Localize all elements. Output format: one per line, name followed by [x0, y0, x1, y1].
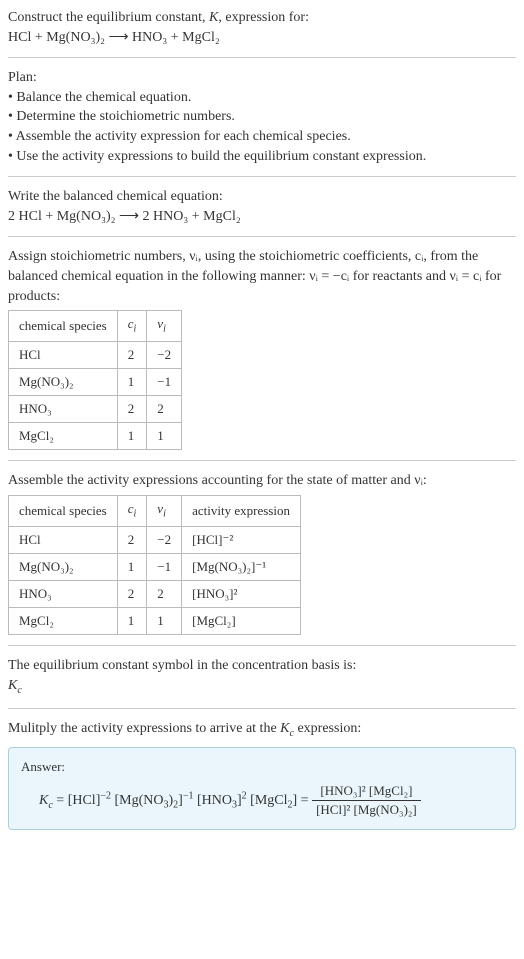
- table-row: HNO₃ 2 2: [9, 396, 182, 423]
- prompt-header: Construct the equilibrium constant, K, e…: [8, 8, 516, 47]
- answer-fraction: [HNO₃]² [MgCl₂] [HCl]² [Mg(NO₃)₂]: [312, 782, 421, 819]
- cell-activity: [MgCl₂]: [182, 608, 301, 635]
- plan-item: • Balance the chemical equation.: [8, 88, 516, 108]
- assign-text: Assign stoichiometric numbers, νᵢ, using…: [8, 247, 516, 306]
- divider: [8, 645, 516, 646]
- answer-box: Answer: Kc = [HCl]−2 [Mg(NO3)2]−1 [HNO3]…: [8, 747, 516, 831]
- balanced-equation: 2 HCl + Mg(NO₃)₂ ⟶ 2 HNO₃ + MgCl₂: [8, 207, 516, 227]
- cell-species: HCl: [9, 341, 118, 368]
- col-ci: ci: [117, 311, 147, 342]
- table-row: HNO₃ 2 2 [HNO₃]²: [9, 581, 301, 608]
- prompt-line1: Construct the equilibrium constant, K, e…: [8, 8, 516, 28]
- cell-species: Mg(NO₃)₂: [9, 368, 118, 395]
- cell-species: HNO₃: [9, 581, 118, 608]
- table-row: MgCl₂ 1 1 [MgCl₂]: [9, 608, 301, 635]
- cell-nui: −2: [147, 526, 182, 553]
- cell-nui: −2: [147, 341, 182, 368]
- cell-ci: 2: [117, 526, 147, 553]
- answer-expression: Kc = [HCl]−2 [Mg(NO3)2]−1 [HNO3]2 [MgCl2…: [39, 782, 503, 819]
- multiply-title: Mulitply the activity expressions to arr…: [8, 721, 361, 736]
- col-species: chemical species: [9, 311, 118, 342]
- plan-title: Plan:: [8, 68, 516, 88]
- cell-nui: 1: [147, 423, 182, 450]
- divider: [8, 460, 516, 461]
- symbol-section: The equilibrium constant symbol in the c…: [8, 656, 516, 697]
- table-row: HCl 2 −2 [HCl]⁻²: [9, 526, 301, 553]
- multiply-section: Mulitply the activity expressions to arr…: [8, 719, 516, 741]
- answer-label: Answer:: [21, 758, 503, 776]
- fraction-denominator: [HCl]² [Mg(NO₃)₂]: [312, 801, 421, 819]
- plan-section: Plan: • Balance the chemical equation. •…: [8, 68, 516, 166]
- col-nui: νi: [147, 311, 182, 342]
- cell-ci: 2: [117, 581, 147, 608]
- table-row: MgCl₂ 1 1: [9, 423, 182, 450]
- table-row: HCl 2 −2: [9, 341, 182, 368]
- cell-species: MgCl₂: [9, 423, 118, 450]
- col-ci: ci: [117, 496, 147, 527]
- cell-ci: 1: [117, 423, 147, 450]
- table-row: Mg(NO₃)₂ 1 −1 [Mg(NO₃)₂]⁻¹: [9, 553, 301, 580]
- fraction-numerator: [HNO₃]² [MgCl₂]: [312, 782, 421, 801]
- col-nui: νi: [147, 496, 182, 527]
- symbol-kc: Kc: [8, 676, 516, 698]
- activity-table: chemical species ci νi activity expressi…: [8, 495, 301, 635]
- cell-species: HNO₃: [9, 396, 118, 423]
- activity-title: Assemble the activity expressions accoun…: [8, 471, 516, 491]
- stoich-table: chemical species ci νi HCl 2 −2 Mg(NO₃)₂…: [8, 310, 182, 450]
- unbalanced-equation: HCl + Mg(NO₃)₂ ⟶ HNO₃ + MgCl₂: [8, 28, 516, 48]
- cell-nui: 2: [147, 581, 182, 608]
- divider: [8, 176, 516, 177]
- divider: [8, 57, 516, 58]
- table-header-row: chemical species ci νi activity expressi…: [9, 496, 301, 527]
- cell-activity: [HNO₃]²: [182, 581, 301, 608]
- plan-item: • Use the activity expressions to build …: [8, 147, 516, 167]
- cell-ci: 1: [117, 553, 147, 580]
- table-header-row: chemical species ci νi: [9, 311, 182, 342]
- cell-ci: 2: [117, 341, 147, 368]
- cell-ci: 1: [117, 368, 147, 395]
- cell-ci: 2: [117, 396, 147, 423]
- balanced-title: Write the balanced chemical equation:: [8, 187, 516, 207]
- cell-species: MgCl₂: [9, 608, 118, 635]
- plan-item: • Assemble the activity expression for e…: [8, 127, 516, 147]
- activity-section: Assemble the activity expressions accoun…: [8, 471, 516, 635]
- assign-section: Assign stoichiometric numbers, νᵢ, using…: [8, 247, 516, 450]
- cell-activity: [Mg(NO₃)₂]⁻¹: [182, 553, 301, 580]
- plan-item: • Determine the stoichiometric numbers.: [8, 107, 516, 127]
- balanced-section: Write the balanced chemical equation: 2 …: [8, 187, 516, 226]
- col-activity: activity expression: [182, 496, 301, 527]
- cell-nui: −1: [147, 553, 182, 580]
- cell-activity: [HCl]⁻²: [182, 526, 301, 553]
- divider: [8, 708, 516, 709]
- cell-species: Mg(NO₃)₂: [9, 553, 118, 580]
- divider: [8, 236, 516, 237]
- cell-ci: 1: [117, 608, 147, 635]
- table-row: Mg(NO₃)₂ 1 −1: [9, 368, 182, 395]
- cell-nui: 2: [147, 396, 182, 423]
- symbol-line1: The equilibrium constant symbol in the c…: [8, 656, 516, 676]
- cell-nui: 1: [147, 608, 182, 635]
- cell-nui: −1: [147, 368, 182, 395]
- col-species: chemical species: [9, 496, 118, 527]
- cell-species: HCl: [9, 526, 118, 553]
